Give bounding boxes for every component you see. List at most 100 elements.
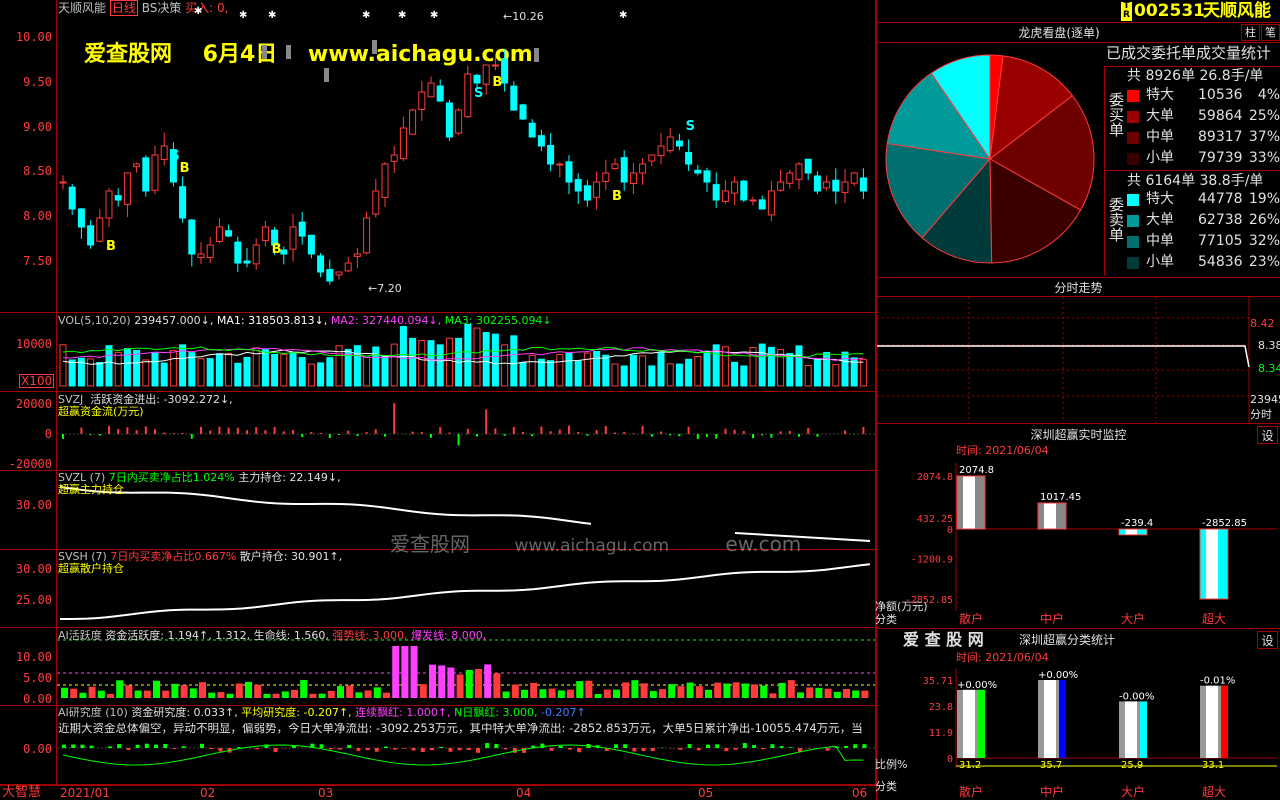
svzj-bar: [393, 403, 396, 434]
svzj-bar: [632, 433, 635, 434]
dragon-row-pct: 23%: [1248, 254, 1280, 270]
activity-bar: [465, 669, 473, 698]
svzj-bar: [742, 431, 745, 434]
svzj-bar: [310, 432, 313, 434]
aihy-ytick-1: 10.00: [15, 650, 52, 664]
activity-bar: [79, 692, 87, 698]
svzj-bar: [236, 427, 239, 434]
stats-category: 中户: [1040, 784, 1064, 799]
monitor-bar-label: 2074.8: [959, 465, 994, 476]
activity-bar: [705, 689, 712, 698]
monitor-category: 中户: [1040, 611, 1064, 626]
monitor-ylabel: 净额(万元): [875, 600, 928, 613]
dragon-swatch: [1127, 153, 1139, 165]
volume-bar: [694, 355, 702, 387]
candle-body: [749, 199, 757, 202]
volume-bar: [547, 360, 555, 387]
activity-bar: [199, 682, 206, 698]
dragon-swatch: [1127, 236, 1139, 248]
svzj-bar: [62, 434, 64, 439]
research-bar: [154, 744, 158, 748]
volume-bar: [234, 362, 242, 387]
volume-bar: [685, 358, 693, 387]
activity-bar: [116, 680, 124, 698]
svzj-bar: [319, 432, 322, 434]
svzj-bar: [172, 433, 175, 434]
volume-bar: [418, 340, 426, 387]
vol-ma3: MA3: 302255.094↓: [444, 314, 552, 327]
candle-body: [363, 217, 371, 254]
volume-bar: [363, 355, 371, 387]
svzj-bar: [522, 431, 524, 434]
svsh-ytick-1: 30.00: [15, 562, 52, 576]
candle-body: [252, 244, 260, 265]
candle-body: [142, 157, 150, 192]
volume-bar: [703, 350, 711, 387]
activity-bar: [235, 683, 243, 698]
activity-bar: [677, 686, 685, 698]
volume-bar: [271, 353, 279, 387]
monitor-ytick: 0: [947, 525, 953, 536]
research-bar: [457, 748, 462, 751]
stats-bar-change: +0.00%: [957, 680, 997, 691]
volume-bar: [823, 351, 831, 387]
research-bar: [779, 746, 784, 748]
research-bar: [862, 744, 867, 748]
volume-bar: [307, 363, 315, 387]
activity-bar: [281, 691, 289, 698]
column-view-button[interactable]: 柱: [1241, 24, 1260, 41]
activity-bar: [134, 690, 142, 698]
dragon-row-pct: 33%: [1248, 150, 1280, 166]
activity-bar: [778, 682, 786, 698]
svsh-ytick-2: 25.00: [15, 593, 52, 607]
volume-bar: [565, 352, 573, 387]
svzl-ytick: 30.00: [15, 498, 52, 512]
svzj-bar: [540, 426, 543, 434]
candle-body: [335, 271, 343, 276]
activity-bar: [217, 692, 225, 698]
stock-code: 002531: [1134, 1, 1205, 21]
stats-xlabel: 分类: [875, 780, 897, 793]
monitor-bar-label: -2852.85: [1202, 518, 1247, 529]
svzj-bar: [365, 432, 368, 434]
volume-bar: [767, 346, 775, 387]
candle-body: [59, 181, 67, 184]
stock-name: 天顺风能: [1203, 1, 1271, 21]
dragon-row-count: 77105: [1198, 233, 1243, 249]
svzj-bar: [623, 431, 626, 434]
candle-body: [786, 172, 794, 184]
activity-bar: [511, 684, 519, 698]
activity-bar: [162, 690, 170, 698]
activity-bar: [484, 664, 492, 698]
candle-body: [261, 226, 269, 241]
candle-body: [353, 253, 361, 257]
candle-body: [87, 225, 95, 246]
aihy-value: 资金活跃度: 1.194↑, 1.312, 生命线: 1.560,: [105, 629, 329, 642]
svzl-header: SVZL (7) 7日内买卖净占比1.024% 主力持仓: 22.149↓,: [58, 472, 341, 483]
research-bar: [273, 748, 278, 753]
star-marker: ✱: [194, 6, 202, 17]
star-marker: ✱: [268, 10, 276, 21]
volume-bar: [96, 361, 104, 387]
aiyj-nday: N日飘红: 3.000,: [454, 706, 538, 719]
intraday-title-bar: 分时走势: [877, 277, 1280, 297]
aihy-header: AI活跃度 资金活跃度: 1.194↑, 1.312, 生命线: 1.560, …: [58, 630, 486, 641]
vol-unit-button[interactable]: X100: [19, 374, 55, 388]
svzj-bar: [641, 425, 644, 434]
brand-label[interactable]: 大智慧: [2, 786, 41, 799]
monitor-bar-highlight: [1206, 529, 1218, 599]
volume-bar: [87, 358, 95, 387]
vol-title: VOL(5,10,20): [58, 314, 131, 327]
research-bar: [71, 744, 76, 748]
intraday-chart[interactable]: [877, 297, 1280, 423]
svzj-bar: [770, 434, 773, 438]
research-bar: [255, 748, 260, 750]
tick-view-button[interactable]: 笔: [1261, 24, 1280, 41]
stats-category: 散户: [959, 784, 983, 799]
candle-body: [445, 102, 453, 138]
svzj-bar: [595, 430, 598, 434]
activity-bar: [327, 690, 335, 698]
stats-bar-value: 35.7: [1040, 760, 1062, 771]
research-bar: [807, 748, 812, 749]
star-marker: ✱: [362, 10, 370, 21]
